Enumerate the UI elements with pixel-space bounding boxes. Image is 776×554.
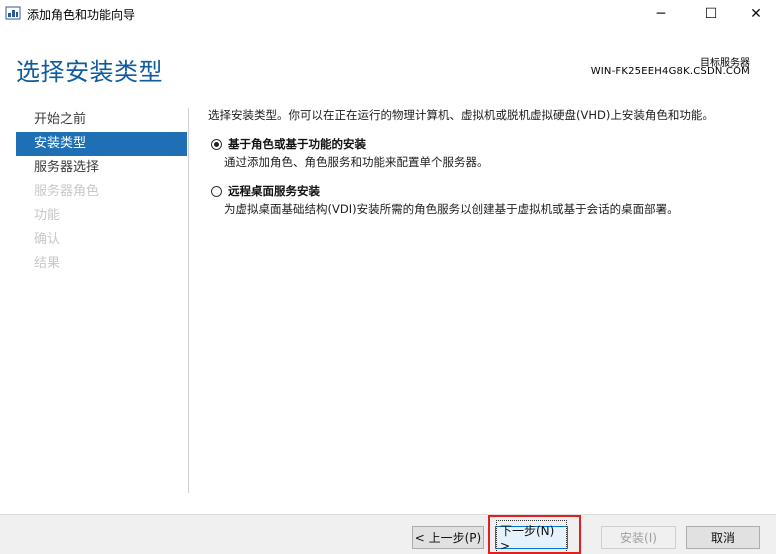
close-button[interactable]: ✕ bbox=[733, 0, 776, 27]
nav-item-results: 结果 bbox=[34, 256, 61, 271]
target-server-name: WIN-FK25EEH4G8K.CSDN.COM bbox=[590, 66, 750, 77]
intro-text: 选择安装类型。你可以在正在运行的物理计算机、虚拟机或脱机虚拟硬盘(VHD)上安装… bbox=[208, 108, 714, 122]
radio-remote-desktop[interactable] bbox=[211, 186, 222, 197]
minimize-button[interactable]: ─ bbox=[638, 0, 684, 27]
maximize-button[interactable]: ☐ bbox=[688, 0, 734, 27]
option-role-based-description: 通过添加角色、角色服务和功能来配置单个服务器。 bbox=[224, 155, 489, 169]
nav-divider bbox=[188, 108, 189, 493]
nav-item-confirmation: 确认 bbox=[34, 232, 61, 247]
nav-item-server-roles: 服务器角色 bbox=[34, 184, 100, 199]
title-bar: 添加角色和功能向导 ─ ☐ ✕ bbox=[0, 0, 776, 27]
nav-item-features: 功能 bbox=[34, 208, 61, 223]
server-manager-icon bbox=[5, 6, 21, 20]
option-role-based-label[interactable]: 基于角色或基于功能的安装 bbox=[228, 136, 366, 152]
page-title: 选择安装类型 bbox=[16, 58, 163, 86]
wizard-steps-nav: 开始之前 安装类型 服务器选择 服务器角色 功能 确认 结果 bbox=[16, 108, 187, 276]
maximize-icon: ☐ bbox=[704, 5, 718, 22]
minimize-icon: ─ bbox=[656, 5, 666, 22]
footer-bar: < 上一步(P) 下一步(N) > 安装(I) 取消 bbox=[0, 514, 776, 554]
next-button-highlight bbox=[488, 515, 581, 554]
option-remote-desktop-description: 为虚拟桌面基础结构(VDI)安装所需的角色服务以创建基于虚拟机或基于会话的桌面部… bbox=[224, 202, 679, 216]
previous-button[interactable]: < 上一步(P) bbox=[412, 526, 484, 549]
nav-item-before-you-begin[interactable]: 开始之前 bbox=[16, 108, 187, 132]
nav-item-server-selection[interactable]: 服务器选择 bbox=[16, 156, 187, 180]
radio-role-based[interactable] bbox=[211, 139, 222, 150]
content-pane: 选择安装类型。你可以在正在运行的物理计算机、虚拟机或脱机虚拟硬盘(VHD)上安装… bbox=[208, 106, 768, 216]
nav-item-installation-type[interactable]: 安装类型 bbox=[16, 132, 187, 156]
close-icon: ✕ bbox=[750, 5, 762, 22]
cancel-button[interactable]: 取消 bbox=[686, 526, 760, 549]
option-remote-desktop-label[interactable]: 远程桌面服务安装 bbox=[228, 183, 320, 199]
install-button: 安装(I) bbox=[601, 526, 676, 549]
window-title: 添加角色和功能向导 bbox=[27, 8, 136, 22]
